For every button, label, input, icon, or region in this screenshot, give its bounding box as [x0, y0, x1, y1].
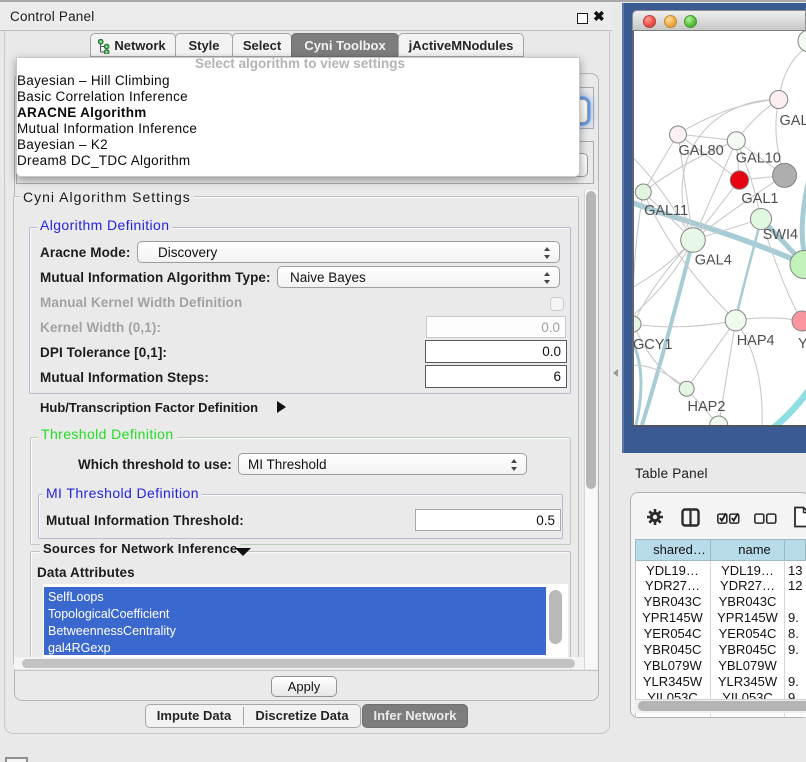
svg-text:GAL11: GAL11: [644, 203, 688, 219]
svg-text:GAL4: GAL4: [695, 252, 732, 268]
svg-text:HAP4: HAP4: [737, 333, 775, 349]
svg-text:HAP2: HAP2: [688, 399, 726, 415]
svg-text:GAL1: GAL1: [741, 191, 778, 207]
svg-text:SWI4: SWI4: [763, 227, 798, 243]
svg-text:YEL0: YEL0: [798, 336, 806, 352]
svg-text:GCY1: GCY1: [634, 337, 673, 353]
svg-text:GAL80: GAL80: [679, 143, 724, 159]
svg-text:GAL7: GAL7: [780, 113, 806, 129]
svg-text:GAL10: GAL10: [736, 151, 781, 167]
